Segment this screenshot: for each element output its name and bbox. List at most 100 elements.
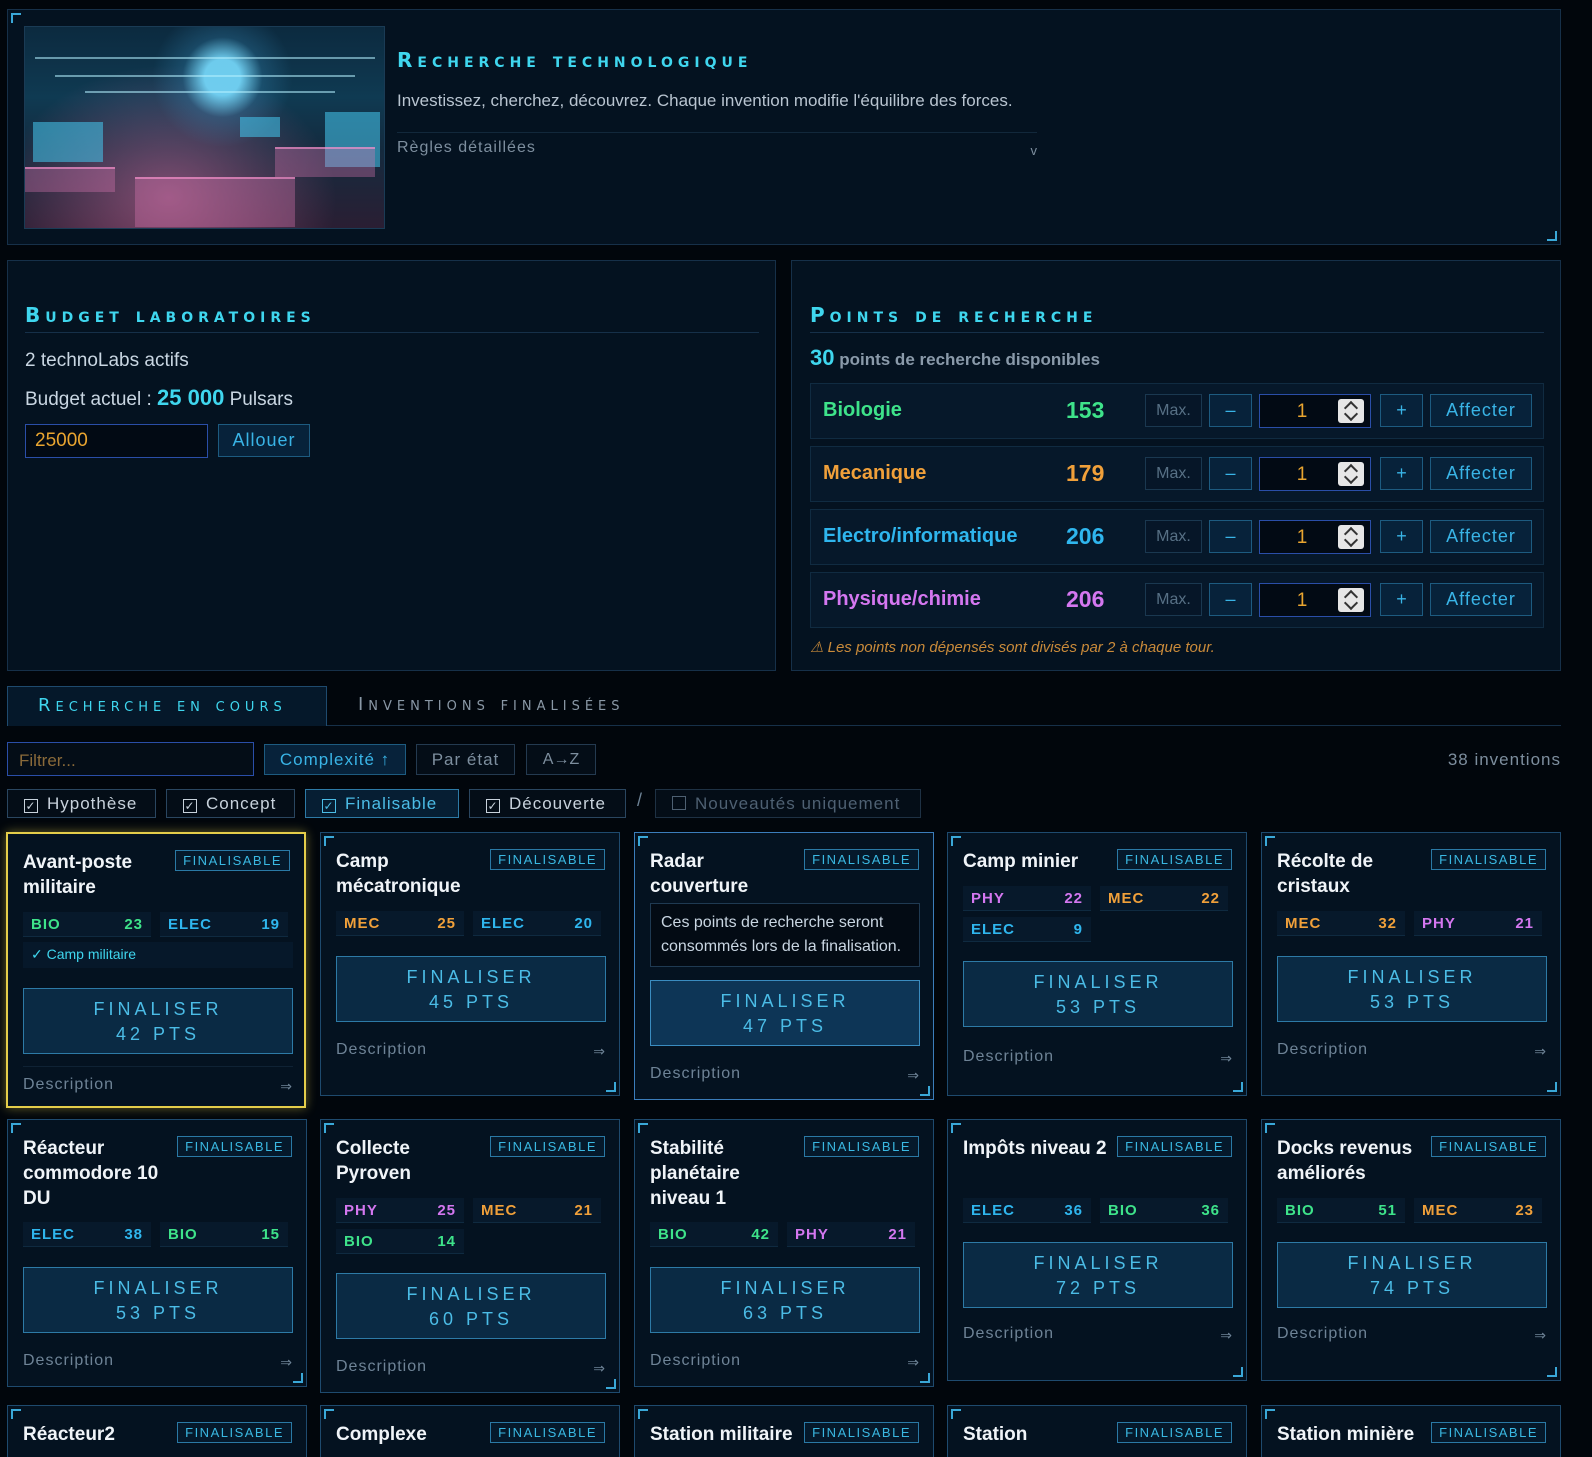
finalize-button[interactable]: FINALISER 53 PTS [1277, 956, 1547, 1022]
description-link[interactable]: Description ⇒ [336, 1032, 606, 1059]
tab-finalized-inventions[interactable]: Inventions finalisées [358, 694, 625, 715]
skill-value: 206 [1066, 586, 1105, 612]
description-link[interactable]: Description ⇒ [23, 1066, 293, 1094]
status-badge: FINALISABLE [804, 1422, 919, 1443]
invention-card[interactable]: Radar couverture FINALISABLE Ces points … [634, 832, 934, 1100]
arrow-right-icon: ⇒ [1534, 1327, 1547, 1343]
description-link[interactable]: Description ⇒ [963, 1039, 1233, 1066]
invention-card[interactable]: Camp minier FINALISABLE PHY 22 MEC 22 ELEC… [947, 832, 1247, 1096]
finalize-button[interactable]: FINALISER 47 PTS [650, 980, 920, 1046]
increment-button[interactable]: + [1380, 520, 1423, 553]
sort-alpha-button[interactable]: A→Z [526, 744, 596, 775]
description-link[interactable]: Description ⇒ [650, 1343, 920, 1370]
corner-decoration [1265, 1409, 1275, 1419]
sort-state-button[interactable]: Par état [416, 744, 515, 775]
stat-value: 19 [261, 916, 280, 933]
quantity-value[interactable]: 1 [1260, 590, 1344, 612]
max-button[interactable]: Max. [1145, 394, 1202, 427]
checkbox-checked-icon[interactable]: ✓ [183, 799, 197, 813]
invention-card[interactable]: Impôts niveau 2 FINALISABLE ELEC 36 BIO 36… [947, 1119, 1247, 1381]
finalize-button[interactable]: FINALISER 45 PTS [336, 956, 606, 1022]
status-badge: FINALISABLE [1117, 1422, 1232, 1443]
description-link[interactable]: Description ⇒ [1277, 1032, 1547, 1059]
stat-key: BIO [344, 1233, 374, 1250]
filter-news-only[interactable]: Nouveautés uniquement [655, 789, 921, 818]
assign-button[interactable]: Affecter [1430, 583, 1532, 616]
allocate-button[interactable]: Allouer [218, 424, 310, 457]
quantity-stepper[interactable]: 1 [1259, 583, 1371, 617]
finalize-button[interactable]: FINALISER 53 PTS [23, 1267, 293, 1333]
invention-card[interactable]: Complexe FINALISABLE [320, 1405, 620, 1457]
description-link[interactable]: Description ⇒ [23, 1343, 293, 1370]
finalize-button[interactable]: FINALISER 74 PTS [1277, 1242, 1547, 1308]
finalize-button[interactable]: FINALISER 60 PTS [336, 1273, 606, 1339]
assign-button[interactable]: Affecter [1430, 457, 1532, 490]
invention-card[interactable]: Réacteur commodore 10 DU FINALISABLE ELE… [7, 1119, 307, 1387]
invention-card[interactable]: Avant-poste militaire FINALISABLE BIO 23 … [6, 832, 306, 1108]
invention-card[interactable]: Camp mécatronique FINALISABLE MEC 25 ELEC… [320, 832, 620, 1096]
decrement-button[interactable]: – [1209, 583, 1252, 616]
description-label: Description [1277, 1041, 1369, 1058]
checkbox-unchecked-icon[interactable] [672, 796, 686, 810]
stat-phy: PHY 25 [336, 1198, 464, 1223]
budget-input[interactable]: 25000 [25, 424, 208, 458]
invention-card[interactable]: Stabilité planétaire niveau 1 FINALISABL… [634, 1119, 934, 1387]
quantity-stepper[interactable]: 1 [1259, 520, 1371, 554]
spinner-arrows-icon[interactable] [1338, 588, 1364, 612]
rules-toggle[interactable]: Règles détaillées v [397, 132, 1037, 172]
rules-link[interactable]: Règles détaillées [397, 139, 536, 157]
quantity-stepper[interactable]: 1 [1259, 457, 1371, 491]
invention-card[interactable]: Station FINALISABLE [947, 1405, 1247, 1457]
assign-button[interactable]: Affecter [1430, 394, 1532, 427]
checkbox-checked-icon[interactable]: ✓ [322, 799, 336, 813]
decrement-button[interactable]: – [1209, 457, 1252, 490]
sort-complexity-button[interactable]: Complexité ↑ [264, 744, 406, 775]
quantity-value[interactable]: 1 [1260, 401, 1344, 423]
quantity-value[interactable]: 1 [1260, 527, 1344, 549]
description-link[interactable]: Description ⇒ [336, 1349, 606, 1376]
invention-card[interactable]: Station militaire FINALISABLE [634, 1405, 934, 1457]
chevron-down-icon[interactable]: v [1031, 143, 1038, 158]
filter-hypothesis[interactable]: ✓ Hypothèse [7, 789, 156, 818]
spinner-arrows-icon[interactable] [1338, 525, 1364, 549]
finalize-button[interactable]: FINALISER 42 PTS [23, 988, 293, 1054]
checkbox-checked-icon[interactable]: ✓ [24, 799, 38, 813]
invention-card[interactable]: Collecte Pyroven FINALISABLE PHY 25 MEC 21… [320, 1119, 620, 1393]
finalize-button[interactable]: FINALISER 72 PTS [963, 1242, 1233, 1308]
tab-label[interactable]: Inventions finalisées [358, 694, 625, 715]
quantity-value[interactable]: 1 [1260, 464, 1344, 486]
decrement-button[interactable]: – [1209, 394, 1252, 427]
invention-card[interactable]: Récolte de cristaux FINALISABLE MEC 32 PH… [1261, 832, 1561, 1096]
checkbox-checked-icon[interactable]: ✓ [486, 799, 500, 813]
decrement-button[interactable]: – [1209, 520, 1252, 553]
filter-finalisable[interactable]: ✓ Finalisable [305, 789, 459, 818]
increment-button[interactable]: + [1380, 583, 1423, 616]
filter-concept[interactable]: ✓ Concept [166, 789, 295, 818]
corner-decoration [638, 1409, 648, 1419]
increment-button[interactable]: + [1380, 457, 1423, 490]
description-link[interactable]: Description ⇒ [963, 1316, 1233, 1343]
filter-input[interactable]: Filtrer... [7, 742, 254, 776]
corner-decoration [951, 1409, 961, 1419]
invention-card[interactable]: Docks revenus améliorés FINALISABLE BIO 5… [1261, 1119, 1561, 1381]
finalize-button[interactable]: FINALISER 63 PTS [650, 1267, 920, 1333]
tab-research-in-progress[interactable]: Recherche en cours [7, 686, 327, 726]
description-link[interactable]: Description ⇒ [1277, 1316, 1547, 1343]
increment-button[interactable]: + [1380, 394, 1423, 427]
max-button[interactable]: Max. [1145, 457, 1202, 490]
invention-card[interactable]: Station minière FINALISABLE [1261, 1405, 1561, 1457]
description-link[interactable]: Description ⇒ [650, 1056, 920, 1083]
spinner-arrows-icon[interactable] [1338, 399, 1364, 423]
assign-button[interactable]: Affecter [1430, 520, 1532, 553]
filter-discovery[interactable]: ✓ Découverte [469, 789, 626, 818]
spinner-arrows-icon[interactable] [1338, 462, 1364, 486]
invention-card[interactable]: Réacteur2 FINALISABLE [7, 1405, 307, 1457]
finalize-button[interactable]: FINALISER 53 PTS [963, 961, 1233, 1027]
tab-label[interactable]: Recherche en cours [38, 695, 287, 716]
invention-title: Avant-poste militaire [23, 852, 133, 898]
arrow-right-icon: ⇒ [280, 1078, 293, 1094]
max-button[interactable]: Max. [1145, 520, 1202, 553]
max-button[interactable]: Max. [1145, 583, 1202, 616]
quantity-stepper[interactable]: 1 [1259, 394, 1371, 428]
prerequisite-note: ✓ Camp militaire [23, 942, 293, 968]
